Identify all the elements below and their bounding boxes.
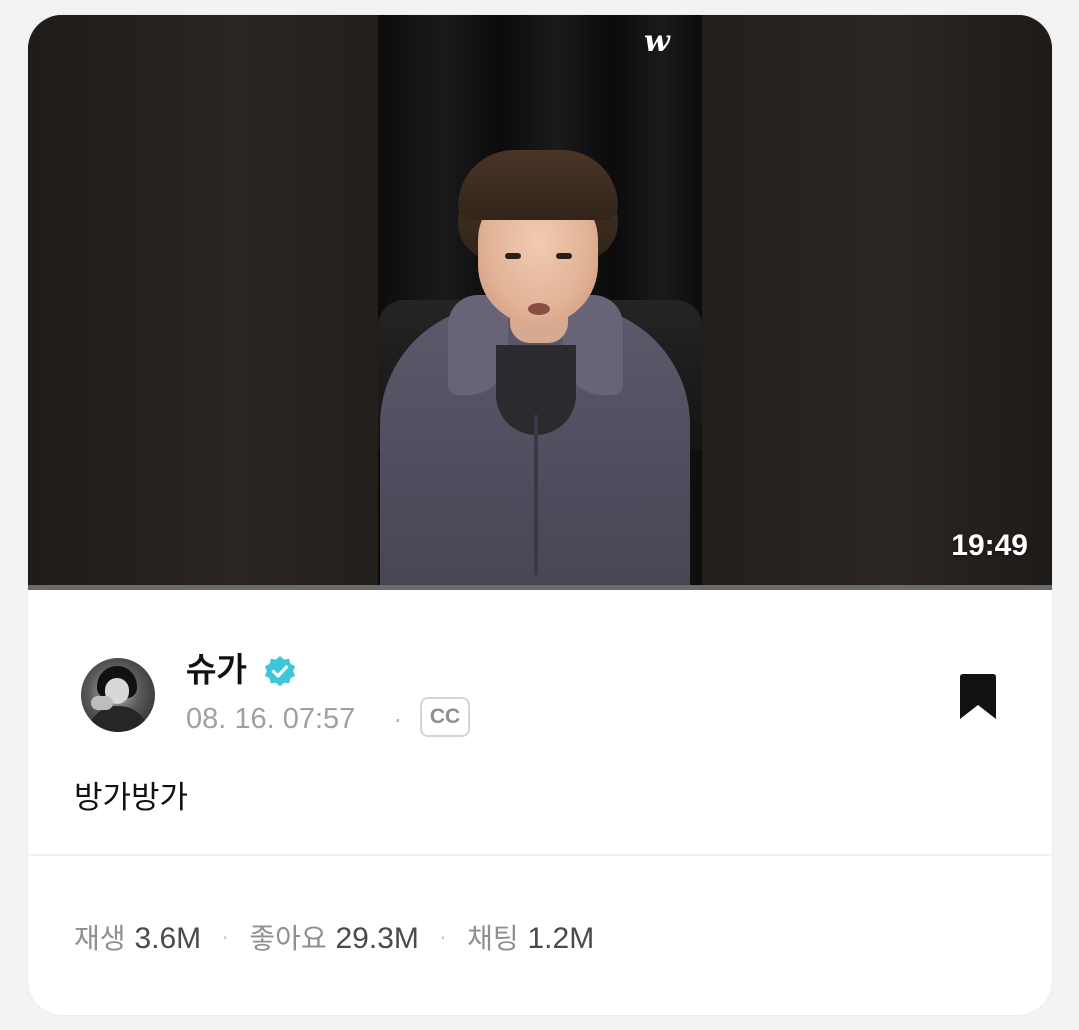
- post-date: 08. 16. 07:57: [186, 703, 356, 735]
- meta-separator: ·: [394, 707, 402, 735]
- video-blur-left: [28, 15, 378, 590]
- bookmark-icon[interactable]: [956, 673, 1000, 721]
- weverse-logo-icon: w: [644, 24, 670, 59]
- stat-chats: 채팅 1.2M: [467, 922, 594, 955]
- thumbnail-mouth: [528, 303, 550, 315]
- video-blur-right: [702, 15, 1052, 590]
- stat-value: 3.6M: [134, 922, 202, 955]
- thumbnail-eye-right: [556, 253, 572, 259]
- stats-bar: 재생 3.6M · 좋아요 29.3M · 채팅 1.2M: [74, 918, 594, 959]
- thumbnail-eye-left: [505, 253, 521, 259]
- stat-value: 1.2M: [527, 922, 595, 955]
- verified-badge-icon: [264, 656, 296, 687]
- post-text: 방가방가: [74, 780, 189, 816]
- stat-label: 재생: [74, 922, 126, 955]
- cc-icon: CC: [420, 697, 470, 737]
- divider: [28, 854, 1052, 856]
- video-thumbnail: [378, 15, 702, 590]
- thumbnail-fringe: [458, 150, 618, 220]
- video-player[interactable]: w 19:49: [28, 15, 1052, 590]
- stat-likes: 좋아요 29.3M: [249, 922, 419, 955]
- avatar[interactable]: [81, 658, 155, 732]
- stat-label: 채팅: [467, 922, 519, 955]
- stat-separator: ·: [439, 926, 447, 950]
- stat-value: 29.3M: [335, 922, 419, 955]
- stat-plays: 재생 3.6M: [74, 922, 201, 955]
- stat-label: 좋아요: [249, 922, 327, 955]
- thumbnail-zipper: [534, 415, 538, 575]
- author-name[interactable]: 슈가: [186, 648, 247, 692]
- stat-separator: ·: [222, 926, 229, 950]
- post-card: w 19:49 슈가 08. 16. 07:57 · CC 방가방가 재생 3.…: [28, 15, 1052, 1015]
- video-progress-bar: [28, 585, 1052, 590]
- avatar-hand: [91, 696, 113, 710]
- video-duration: 19:49: [951, 529, 1028, 562]
